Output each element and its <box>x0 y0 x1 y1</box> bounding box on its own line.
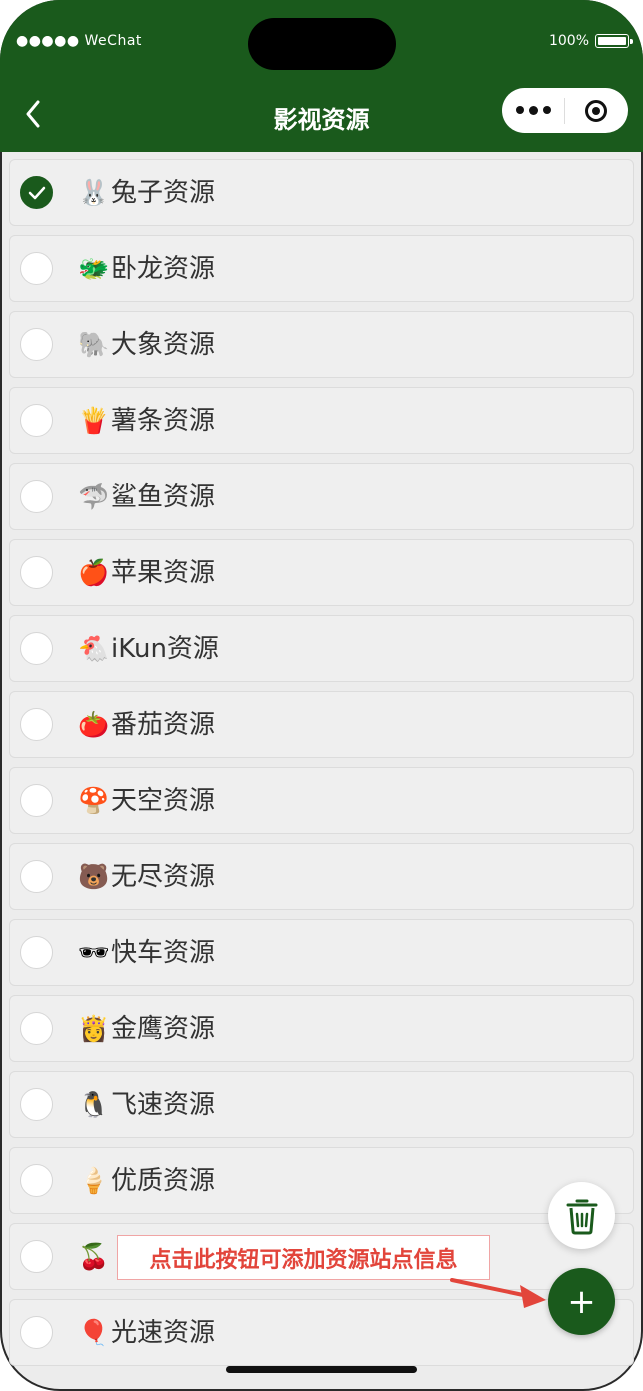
list-item[interactable]: 🕶 快车资源 <box>9 919 634 986</box>
more-menu-button[interactable] <box>502 106 564 115</box>
dynamic-island <box>248 18 396 70</box>
resource-label: 薯条资源 <box>111 406 216 436</box>
resource-label: 苹果资源 <box>111 558 216 588</box>
radio-unchecked[interactable] <box>20 936 53 969</box>
resource-emoji-icon: 🍦 <box>78 1166 110 1195</box>
resource-emoji-icon: 🍄 <box>78 786 110 815</box>
add-hint-tooltip: 点击此按钮可添加资源站点信息 <box>117 1235 490 1280</box>
radio-unchecked[interactable] <box>20 480 53 513</box>
list-item[interactable]: 🐘 大象资源 <box>9 311 634 378</box>
status-carrier: ●●●●● WeChat <box>16 33 142 49</box>
resource-emoji-icon: 🐰 <box>78 178 110 207</box>
nav-header: ●●●●● WeChat 100% 影视资源 <box>0 0 643 152</box>
resource-emoji-icon: 🕶 <box>78 938 110 967</box>
radio-unchecked[interactable] <box>20 556 53 589</box>
resource-label: 无尽资源 <box>111 862 216 892</box>
resource-label: 兔子资源 <box>111 178 216 208</box>
mini-program-capsule <box>502 88 628 133</box>
arrow-icon <box>450 1278 546 1308</box>
resource-emoji-icon: 🍒 <box>78 1242 110 1271</box>
radio-checked[interactable] <box>20 176 53 209</box>
resource-label: 番茄资源 <box>111 710 216 740</box>
list-item[interactable]: 🐔 iKun资源 <box>9 615 634 682</box>
resource-label: 飞速资源 <box>111 1090 216 1120</box>
resource-emoji-icon: 🦈 <box>78 482 110 511</box>
radio-unchecked[interactable] <box>20 404 53 437</box>
radio-unchecked[interactable] <box>20 1240 53 1273</box>
radio-unchecked[interactable] <box>20 1088 53 1121</box>
radio-unchecked[interactable] <box>20 708 53 741</box>
list-item[interactable]: 🐧 飞速资源 <box>9 1071 634 1138</box>
radio-unchecked[interactable] <box>20 1316 53 1349</box>
battery-percent: 100% <box>548 33 589 49</box>
radio-unchecked[interactable] <box>20 860 53 893</box>
phone-frame: ●●●●● WeChat 100% 影视资源 🐰 兔子资源 🐲 卧龙资源 🐘 大象资源 🍟 薯… <box>0 0 643 1391</box>
battery-icon <box>595 34 633 48</box>
radio-unchecked[interactable] <box>20 1012 53 1045</box>
resource-label: 光速资源 <box>111 1318 216 1348</box>
resource-list: 🐰 兔子资源 🐲 卧龙资源 🐘 大象资源 🍟 薯条资源 🦈 鲨鱼资源 🍎 苹果资源 🐔 iKun资源 🍅 番茄… <box>9 159 634 1375</box>
resource-label: 卧龙资源 <box>111 254 216 284</box>
list-item[interactable]: 🦈 鲨鱼资源 <box>9 463 634 530</box>
list-item[interactable]: 🍟 薯条资源 <box>9 387 634 454</box>
delete-button[interactable] <box>548 1182 615 1249</box>
list-item[interactable]: 👸 金鹰资源 <box>9 995 634 1062</box>
status-right: 100% <box>548 33 633 49</box>
list-item[interactable]: 🍄 天空资源 <box>9 767 634 834</box>
list-item[interactable]: 🍅 番茄资源 <box>9 691 634 758</box>
resource-emoji-icon: 🐔 <box>78 634 110 663</box>
resource-emoji-icon: 👸 <box>78 1014 110 1043</box>
list-item[interactable]: 🐰 兔子资源 <box>9 159 634 226</box>
target-icon <box>585 99 607 122</box>
add-resource-button[interactable]: + <box>548 1268 615 1335</box>
resource-emoji-icon: 🍟 <box>78 406 110 435</box>
resource-emoji-icon: 🍅 <box>78 710 110 739</box>
radio-unchecked[interactable] <box>20 1164 53 1197</box>
list-item[interactable]: 🐻 无尽资源 <box>9 843 634 910</box>
resource-emoji-icon: 🎈 <box>78 1318 110 1347</box>
radio-unchecked[interactable] <box>20 328 53 361</box>
resource-label: 大象资源 <box>111 330 216 360</box>
radio-unchecked[interactable] <box>20 632 53 665</box>
radio-unchecked[interactable] <box>20 784 53 817</box>
resource-emoji-icon: 🐲 <box>78 254 110 283</box>
resource-label: 金鹰资源 <box>111 1014 216 1044</box>
list-item[interactable]: 🐲 卧龙资源 <box>9 235 634 302</box>
resource-label: 天空资源 <box>111 786 216 816</box>
resource-label: 鲨鱼资源 <box>111 482 216 512</box>
home-indicator <box>226 1366 417 1373</box>
resource-emoji-icon: 🐻 <box>78 862 110 891</box>
resource-emoji-icon: 🍎 <box>78 558 110 587</box>
resource-label: iKun资源 <box>111 634 219 664</box>
resource-emoji-icon: 🐘 <box>78 330 110 359</box>
list-item[interactable]: 🍎 苹果资源 <box>9 539 634 606</box>
list-item[interactable]: 🍦 优质资源 <box>9 1147 634 1214</box>
check-icon <box>28 186 46 200</box>
trash-icon <box>566 1199 597 1234</box>
resource-label: 快车资源 <box>111 938 216 968</box>
resource-emoji-icon: 🐧 <box>78 1090 110 1119</box>
radio-unchecked[interactable] <box>20 252 53 285</box>
close-mini-program-button[interactable] <box>565 99 627 122</box>
resource-label: 优质资源 <box>111 1166 216 1196</box>
